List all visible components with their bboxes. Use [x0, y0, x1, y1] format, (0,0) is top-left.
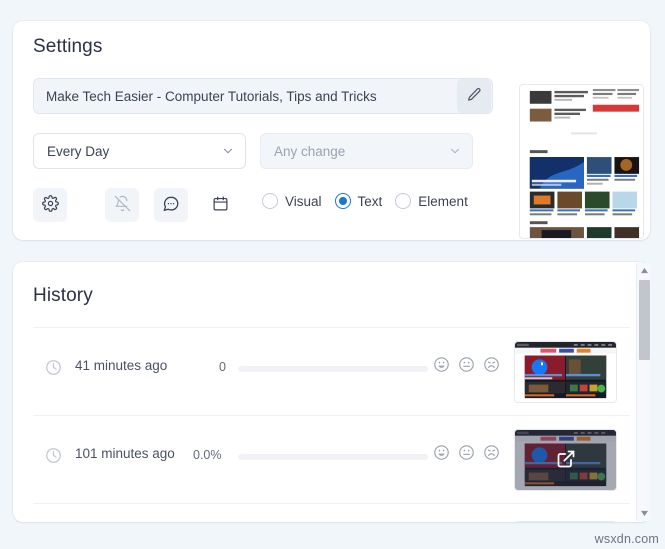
- settings-preview-thumbnail[interactable]: [519, 84, 644, 239]
- radio-indicator-element[interactable]: [395, 193, 412, 209]
- history-timestamp: 101 minutes ago: [75, 446, 175, 461]
- settings-card: Settings Make Tech Easier - Computer Tut…: [13, 21, 650, 240]
- schedule-button[interactable]: [203, 188, 237, 222]
- neutral-face-icon[interactable]: [458, 444, 475, 461]
- chevron-down-icon: [221, 144, 235, 158]
- history-progress-bar: [238, 454, 428, 460]
- history-row[interactable]: [33, 503, 630, 522]
- history-thumbnail[interactable]: [514, 429, 617, 491]
- radio-option-visual[interactable]: Visual: [262, 193, 322, 209]
- history-thumbnail-open-overlay[interactable]: [515, 430, 616, 490]
- preview-thumbnail-image: [520, 85, 643, 238]
- chat-bubble-icon: [162, 195, 180, 216]
- page-name-value[interactable]: Make Tech Easier - Computer Tutorials, T…: [34, 89, 457, 104]
- history-row[interactable]: 101 minutes ago 0.0%: [33, 415, 630, 503]
- scroll-up-arrow-glyph: [641, 267, 648, 274]
- mute-notifications-button[interactable]: [105, 188, 139, 222]
- pencil-icon: [466, 87, 482, 106]
- radio-indicator-visual[interactable]: [262, 193, 278, 209]
- radio-option-element[interactable]: Element: [395, 193, 468, 209]
- scrollbar-thumb[interactable]: [639, 280, 650, 360]
- history-thumbnail[interactable]: [514, 341, 617, 403]
- scroll-up-arrow-icon[interactable]: [637, 263, 652, 278]
- history-thumbnail-image: [515, 342, 616, 402]
- history-change-value: 0: [219, 360, 226, 374]
- neutral-face-icon[interactable]: [458, 356, 475, 373]
- external-link-icon: [556, 449, 576, 472]
- history-row[interactable]: 41 minutes ago 0: [33, 327, 630, 415]
- page-name-field[interactable]: Make Tech Easier - Computer Tutorials, T…: [33, 78, 493, 114]
- history-progress-bar: [238, 366, 428, 372]
- chevron-down-icon: [448, 144, 462, 158]
- bell-off-icon: [114, 195, 131, 215]
- radio-indicator-text[interactable]: [334, 193, 351, 209]
- settings-title: Settings: [33, 36, 103, 57]
- history-timestamp: 41 minutes ago: [75, 358, 168, 373]
- scroll-down-arrow-icon[interactable]: [637, 506, 652, 521]
- radio-label-visual: Visual: [285, 193, 322, 209]
- frequency-select-value: Every Day: [47, 143, 110, 159]
- sad-face-icon[interactable]: [483, 444, 500, 461]
- history-scrollbar[interactable]: [636, 263, 651, 521]
- change-type-select[interactable]: Any change: [260, 133, 473, 169]
- monitor-mode-radio-group: Visual Text Element: [262, 193, 468, 209]
- watermark-text: wsxdn.com: [594, 532, 659, 546]
- happy-face-icon[interactable]: [433, 356, 450, 373]
- radio-label-element: Element: [418, 193, 468, 209]
- settings-gear-button[interactable]: [33, 188, 67, 222]
- edit-page-name-button[interactable]: [457, 79, 491, 113]
- clock-icon: [45, 447, 62, 467]
- change-type-select-value: Any change: [274, 143, 346, 159]
- history-thumbnail[interactable]: [514, 521, 617, 522]
- radio-label-text: Text: [357, 193, 383, 209]
- radio-option-text[interactable]: Text: [334, 193, 383, 209]
- frequency-select[interactable]: Every Day: [33, 133, 246, 169]
- happy-face-icon[interactable]: [433, 444, 450, 461]
- calendar-icon: [212, 195, 229, 215]
- comment-button[interactable]: [154, 188, 188, 222]
- scroll-down-arrow-glyph: [641, 510, 648, 517]
- sad-face-icon[interactable]: [483, 356, 500, 373]
- history-title: History: [33, 285, 93, 306]
- history-reaction-group: [433, 444, 500, 461]
- gear-icon: [41, 195, 59, 215]
- history-card: History 41 minutes ago 0 101 minutes ago…: [13, 262, 650, 522]
- clock-icon: [45, 359, 62, 379]
- history-reaction-group: [433, 356, 500, 373]
- history-change-value: 0.0%: [193, 448, 222, 462]
